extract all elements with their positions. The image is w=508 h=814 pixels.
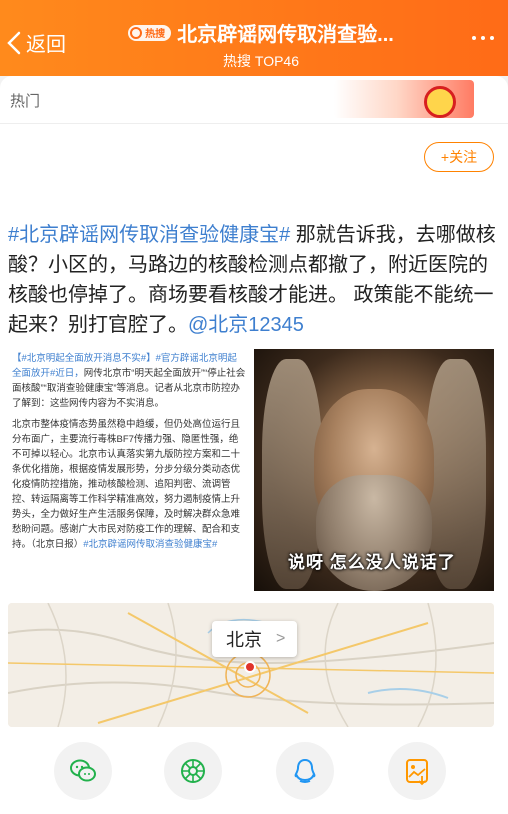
save-image-button[interactable] <box>388 742 446 800</box>
page-title: 北京辟谣网传取消查验... <box>177 24 394 46</box>
meme-caption: 说呀 怎么没人说话了 <box>288 553 456 572</box>
screenshot-hashtag: #北京辟谣网传取消查验健康宝# <box>83 539 218 550</box>
share-wechat-button[interactable] <box>54 742 112 800</box>
back-label: 返回 <box>26 34 66 56</box>
back-button[interactable]: 返回 <box>6 28 66 57</box>
top-nav-bar: 返回 热搜 北京辟谣网传取消查验... 热搜 TOP46 <box>0 0 508 76</box>
media-row: 【#北京明起全面放开消息不实#】#官方辟谣北京明起全面放开#近日，网传北京市“明… <box>8 349 494 591</box>
share-moments-button[interactable] <box>164 742 222 800</box>
post-mention[interactable]: @北京12345 <box>188 314 304 336</box>
decorative-banner <box>334 80 474 118</box>
save-image-icon <box>406 759 428 786</box>
more-options-icon[interactable] <box>472 36 494 40</box>
news-screenshot-image[interactable]: 【#北京明起全面放开消息不实#】#官方辟谣北京明起全面放开#近日，网传北京市“明… <box>8 349 250 591</box>
share-bar <box>0 738 508 814</box>
wechat-icon <box>70 759 96 782</box>
location-map[interactable]: 北京 > <box>8 603 494 727</box>
chevron-right-icon: > <box>276 630 286 647</box>
moments-icon <box>181 759 205 783</box>
post-body: #北京辟谣网传取消查验健康宝# 那就告诉我，去哪做核酸？小区的，马路边的核酸检测… <box>8 220 502 340</box>
category-row: 热门 <box>0 76 508 124</box>
meme-image[interactable]: 说呀 怎么没人说话了 <box>254 349 494 591</box>
map-pin-icon <box>244 661 256 673</box>
screenshot-body: 北京市整体疫情态势虽然稳中趋缓，但仍处高位运行且分布面广，主要流行毒株BF7传播… <box>12 419 241 550</box>
post-content: 热门 +关注 #北京辟谣网传取消查验健康宝# 那就告诉我，去哪做核酸？小区的，马… <box>0 76 508 814</box>
location-pill[interactable]: 北京 > <box>212 621 298 657</box>
title-block: 热搜 北京辟谣网传取消查验... 热搜 TOP46 <box>96 18 426 71</box>
follow-button[interactable]: +关注 <box>424 142 494 172</box>
page-subtitle: 热搜 TOP46 <box>223 53 299 69</box>
chevron-left-icon <box>7 31 21 54</box>
hot-badge-icon <box>130 26 143 39</box>
hot-search-badge: 热搜 <box>128 24 172 41</box>
share-qq-button[interactable] <box>276 742 334 800</box>
post-hashtag[interactable]: #北京辟谣网传取消查验健康宝# <box>8 224 290 246</box>
meme-beard <box>316 475 432 591</box>
category-label: 热门 <box>10 93 41 110</box>
location-label: 北京 <box>226 630 262 650</box>
hot-badge-label: 热搜 <box>145 29 166 40</box>
qq-icon <box>294 758 316 783</box>
